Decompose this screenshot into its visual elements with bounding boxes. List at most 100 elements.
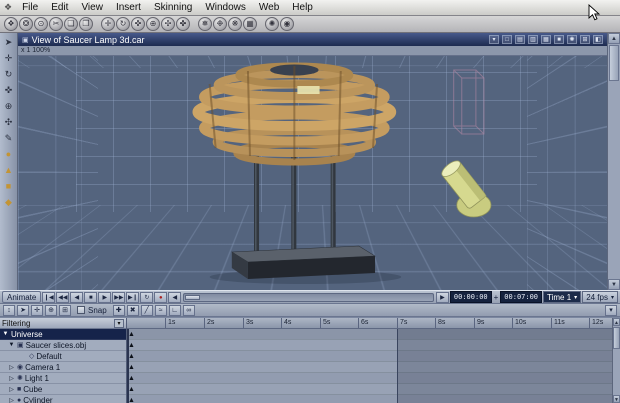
tree-item-universe[interactable]: ▼ Universe <box>0 329 126 340</box>
save-file-icon[interactable]: ⊙ <box>34 17 48 31</box>
expand-toggle-icon[interactable]: ▷ <box>8 375 15 382</box>
fps-dropdown[interactable]: 24 fps ▾ <box>582 291 618 303</box>
loop-button[interactable]: ↻ <box>140 291 154 303</box>
fast-rewind-button[interactable]: ◀◀ <box>56 291 70 303</box>
tree-item-light-1[interactable]: ▷ ✺ Light 1 <box>0 373 126 384</box>
menu-view[interactable]: View <box>75 0 109 15</box>
jump-start-button[interactable]: ❙◀ <box>42 291 56 303</box>
paste-icon[interactable]: ❐ <box>79 17 93 31</box>
viewport-titlebar[interactable]: ▣ View of Saucer Lamp 3d.car ▾ □ ▤ ▥ ▦ ■… <box>18 33 607 46</box>
expand-toggle-icon[interactable]: ▷ <box>8 364 15 371</box>
play-reverse-button[interactable]: ◀ <box>70 291 84 303</box>
scene-3d-view[interactable] <box>18 56 607 290</box>
menu-edit[interactable]: Edit <box>45 0 74 15</box>
assemble-room-icon[interactable]: ❋ <box>228 17 242 31</box>
cameras-icon[interactable]: ◉ <box>280 17 294 31</box>
keyframe-marker-icon[interactable]: ▲ <box>128 373 135 384</box>
expand-toggle-icon[interactable]: ▷ <box>8 386 15 393</box>
scrub-left-icon[interactable]: ◀ <box>168 291 182 303</box>
camera-pan-icon[interactable]: ✣ <box>161 17 175 31</box>
snap-checkbox[interactable] <box>77 306 85 314</box>
eyedropper-tool-icon[interactable]: ✎ <box>2 132 16 144</box>
saucer-lamp-model[interactable] <box>192 62 397 280</box>
tree-item-camera-1[interactable]: ▷ ◉ Camera 1 <box>0 362 126 373</box>
scroll-down-icon[interactable]: ▼ <box>613 395 620 403</box>
record-button[interactable]: ● <box>154 291 168 303</box>
menu-file[interactable]: File <box>16 0 44 15</box>
camera-dolly-icon[interactable]: ⊕ <box>146 17 160 31</box>
scrollbar-thumb[interactable] <box>613 327 620 349</box>
pan-tool-icon[interactable]: ✣ <box>2 116 16 128</box>
texture-room-icon[interactable]: ❉ <box>213 17 227 31</box>
keyframe-marker-icon[interactable]: ▲ <box>128 351 135 362</box>
animate-button[interactable]: Animate <box>2 291 42 303</box>
scroll-up-icon[interactable]: ▲ <box>608 33 620 44</box>
snap-toggle[interactable]: Snap <box>77 306 107 315</box>
time-track-dropdown[interactable]: Time 1 ▾ <box>543 291 582 303</box>
move-tool-icon[interactable]: ✛ <box>2 52 16 64</box>
stop-button[interactable]: ■ <box>84 291 98 303</box>
timeline-ruler[interactable]: 1s 2s 3s 4s 5s 6s 7s 8s 9s 10s 11s 12s <box>127 318 612 329</box>
scroll-down-icon[interactable]: ▼ <box>608 279 620 290</box>
jump-end-button[interactable]: ▶❙ <box>126 291 140 303</box>
track-rows[interactable]: ▲ ▲ ▲ ▲ ▲ ▲ ▲ <box>127 329 612 403</box>
copy-icon[interactable]: ❏ <box>64 17 78 31</box>
scrub-right-icon[interactable]: ▶ <box>435 291 449 303</box>
collapse-tracks-icon[interactable]: ↕ <box>3 304 15 316</box>
expand-toggle-icon[interactable]: ▼ <box>8 342 15 348</box>
display-options-icon[interactable]: ◧ <box>593 35 603 44</box>
tree-item-default[interactable]: ◇ Default <box>0 351 126 362</box>
open-file-icon[interactable]: ❂ <box>19 17 33 31</box>
new-scene-icon[interactable]: ❖ <box>4 17 18 31</box>
cube-primitive-icon[interactable]: ■ <box>2 180 16 192</box>
sequencer-vertical-scrollbar[interactable]: ▲ ▼ <box>612 318 620 403</box>
target-helper-icon[interactable]: ◆ <box>2 196 16 208</box>
play-button[interactable]: ▶ <box>98 291 112 303</box>
zoom-timeline-icon[interactable]: ⊕ <box>45 304 57 316</box>
menu-windows[interactable]: Windows <box>199 0 252 15</box>
scale-tool-icon[interactable]: ✜ <box>2 84 16 96</box>
expand-toggle-icon[interactable]: ▼ <box>2 331 9 337</box>
camera-track-icon[interactable]: ✤ <box>176 17 190 31</box>
wireframe-mode-icon[interactable]: □ <box>502 35 512 44</box>
playhead[interactable] <box>127 329 129 403</box>
oscillate-icon[interactable]: ∞ <box>182 304 195 316</box>
select-tool-icon[interactable]: ➤ <box>2 36 16 48</box>
keyframe-marker-icon[interactable]: ▲ <box>128 384 135 395</box>
menu-help[interactable]: Help <box>286 0 319 15</box>
select-keys-icon[interactable]: ➤ <box>17 304 29 316</box>
scrollbar-thumb[interactable] <box>609 45 619 81</box>
scroll-up-icon[interactable]: ▲ <box>613 318 620 326</box>
tree-item-saucer-slices[interactable]: ▼ ▣ Saucer slices.obj <box>0 340 126 351</box>
menu-insert[interactable]: Insert <box>110 0 147 15</box>
scale-tool-icon[interactable]: ✜ <box>131 17 145 31</box>
sequencer-options-icon[interactable]: ▾ <box>605 304 617 316</box>
rotate-tool-icon[interactable]: ↻ <box>116 17 130 31</box>
zoom-tool-icon[interactable]: ⊕ <box>2 100 16 112</box>
light-toggle-icon[interactable]: ✺ <box>567 35 577 44</box>
fast-forward-button[interactable]: ▶▶ <box>112 291 126 303</box>
keyframe-marker-icon[interactable]: ▲ <box>128 329 135 340</box>
cylinder-object[interactable] <box>439 158 492 218</box>
step-tangent-icon[interactable]: ∟ <box>168 304 181 316</box>
rotate-tool-icon[interactable]: ↻ <box>2 68 16 80</box>
viewport-vertical-scrollbar[interactable]: ▲ ▼ <box>607 33 620 290</box>
frame-range-icon[interactable]: ⊞ <box>59 304 71 316</box>
menu-skinning[interactable]: Skinning <box>148 0 198 15</box>
filtering-row[interactable]: Filtering ▾ <box>0 318 126 329</box>
expand-toggle-icon[interactable]: ▷ <box>8 397 15 403</box>
cone-primitive-icon[interactable]: ▲ <box>2 164 16 176</box>
storyboard-room-icon[interactable]: ▦ <box>243 17 257 31</box>
linear-tangent-icon[interactable]: ╱ <box>140 304 153 316</box>
tree-item-cylinder[interactable]: ▷ ● Cylinder <box>0 395 126 403</box>
pan-timeline-icon[interactable]: ✛ <box>31 304 43 316</box>
move-tool-icon[interactable]: ✛ <box>101 17 115 31</box>
smooth-tangent-icon[interactable]: ≈ <box>154 304 167 316</box>
cut-icon[interactable]: ✂ <box>49 17 63 31</box>
gouraud-mode-icon[interactable]: ▥ <box>528 35 538 44</box>
render-room-icon[interactable]: ❅ <box>198 17 212 31</box>
phong-mode-icon[interactable]: ▦ <box>541 35 551 44</box>
keyframe-marker-icon[interactable]: ▲ <box>128 362 135 373</box>
flat-shade-mode-icon[interactable]: ▤ <box>515 35 525 44</box>
keyframe-marker-icon[interactable]: ▲ <box>128 395 135 403</box>
